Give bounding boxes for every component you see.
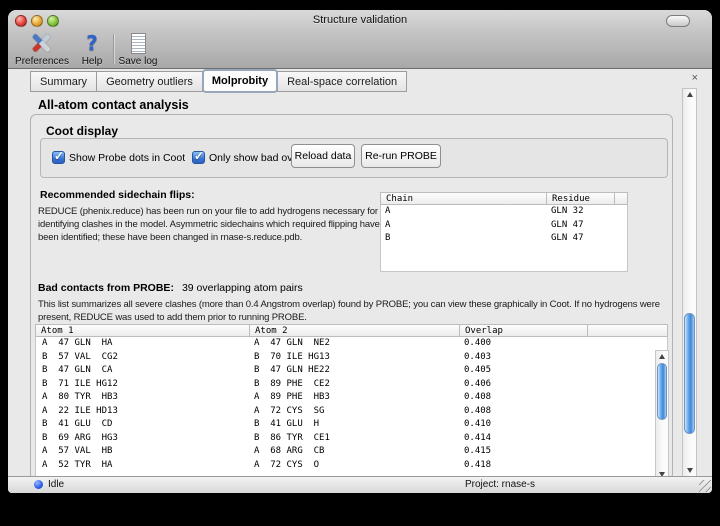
contacts-row[interactable]: A 22 ILE HD13A 72 CYS SG0.408 [36,405,667,419]
flips-table-body: AGLN 32 AGLN 47 BGLN 47 [380,205,628,272]
help-label: Help [74,56,110,67]
scroll-down-icon[interactable] [683,465,696,475]
contacts-row[interactable]: B 57 VAL CG2B 70 ILE HG130.403 [36,351,667,365]
contacts-description: This list summarizes all severe clashes … [38,298,688,324]
contacts-table-body: A 47 GLN HAA 47 GLN NE20.400 B 57 VAL CG… [35,337,668,480]
tab-real-space-correlation[interactable]: Real-space correlation [277,71,407,92]
tools-icon [12,31,72,55]
column-header-residue[interactable]: Residue [547,192,615,205]
column-header-overlap[interactable]: Overlap [460,324,588,337]
preferences-label: Preferences [12,56,72,67]
status-text: Idle [48,479,64,490]
contacts-heading: Bad contacts from PROBE: 39 overlapping a… [38,282,303,294]
contacts-row[interactable]: A 52 TYR HAA 72 CYS O0.418 [36,459,667,473]
help-icon: ? [74,31,110,55]
flips-row[interactable]: BGLN 47 [381,232,627,246]
coot-display-title: Coot display [46,124,118,138]
contacts-row[interactable]: B 69 ARG HG3B 86 TYR CE10.414 [36,432,667,446]
table-scrollbar-thumb[interactable] [657,363,667,420]
title-bar: Structure validation Preferences ? Help … [8,10,712,69]
column-header-atom2[interactable]: Atom 2 [250,324,460,337]
window-title: Structure validation [8,14,712,26]
show-probe-dots-checkbox[interactable] [52,151,65,164]
only-bad-overlaps-checkbox[interactable] [192,151,205,164]
panel-scrollbar-thumb[interactable] [684,313,695,434]
tab-bar: Summary Geometry outliers Molprobity Rea… [30,71,407,92]
flips-description: REDUCE (phenix.reduce) has been run on y… [38,205,390,244]
save-log-label: Save log [112,56,164,67]
status-dot-icon [34,480,43,489]
panel-scrollbar[interactable] [682,88,697,477]
flips-table: Chain Residue AGLN 32 AGLN 47 BGLN 47 [380,192,628,272]
contacts-table: Atom 1 Atom 2 Overlap A 47 GLN HAA 47 GL… [35,324,668,480]
close-tab-icon[interactable]: × [692,73,698,84]
contacts-row[interactable]: A 57 VAL HBA 68 ARG CB0.415 [36,445,667,459]
help-button[interactable]: ? Help [74,31,110,67]
table-scrollbar[interactable] [655,350,669,480]
toolbar-toggle-button[interactable] [666,15,690,27]
contacts-row[interactable]: A 80 TYR HB3A 89 PHE HB30.408 [36,391,667,405]
show-probe-dots-label: Show Probe dots in Coot [69,152,185,164]
column-header-filler [615,192,628,205]
contacts-row[interactable]: A 47 GLN HAA 47 GLN NE20.400 [36,337,667,351]
contacts-title: Bad contacts from PROBE: [38,282,174,294]
contacts-count: 39 overlapping atom pairs [182,282,303,294]
contacts-table-header: Atom 1 Atom 2 Overlap [35,324,668,337]
scroll-up-icon[interactable] [656,351,668,361]
tab-geometry-outliers[interactable]: Geometry outliers [96,71,203,92]
contacts-row[interactable]: B 47 GLN CAB 47 GLN HE220.405 [36,364,667,378]
save-log-button[interactable]: Save log [112,31,164,67]
column-header-atom1[interactable]: Atom 1 [35,324,250,337]
contacts-row[interactable]: B 71 ILE HG12B 89 PHE CE20.406 [36,378,667,392]
resize-grip[interactable] [699,480,711,492]
page-title: All-atom contact analysis [38,98,189,112]
flips-title: Recommended sidechain flips: [40,189,195,201]
rerun-probe-button[interactable]: Re-run PROBE [361,144,441,168]
flips-row[interactable]: AGLN 47 [381,219,627,233]
contacts-row[interactable]: B 41 GLU CDB 41 GLU H0.410 [36,418,667,432]
scroll-up-icon[interactable] [683,89,696,99]
column-header-filler [588,324,668,337]
project-label: Project: rnase-s [465,479,535,490]
structure-validation-window: Structure validation Preferences ? Help … [8,10,712,493]
preferences-button[interactable]: Preferences [12,31,72,67]
tab-molprobity[interactable]: Molprobity [202,69,278,93]
status-bar: Idle Project: rnase-s [8,476,712,493]
flips-table-header: Chain Residue [380,192,628,205]
tab-summary[interactable]: Summary [30,71,97,92]
reload-data-button[interactable]: Reload data [291,144,355,168]
column-header-chain[interactable]: Chain [380,192,547,205]
save-log-icon [112,31,164,55]
flips-row[interactable]: AGLN 32 [381,205,627,219]
